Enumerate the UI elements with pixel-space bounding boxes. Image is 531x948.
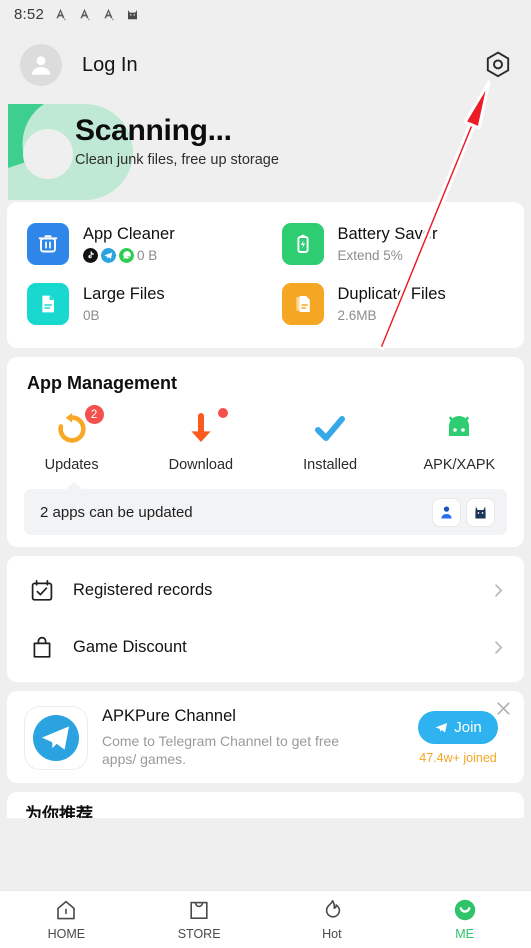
nav-item-me[interactable]: ME xyxy=(398,891,531,948)
feature-meta: Battery Saver Extend 5% xyxy=(338,225,438,263)
join-label: Join xyxy=(454,719,482,736)
trash-icon xyxy=(27,223,69,265)
telegram-icon xyxy=(25,707,87,769)
feature-battery-saver[interactable]: Battery Saver Extend 5% xyxy=(266,214,521,274)
banner-subtitle: Clean junk files, free up storage xyxy=(75,152,279,168)
am-label: Updates xyxy=(44,457,99,473)
updates-note-text: 2 apps can be updated xyxy=(40,503,193,521)
feature-title: App Cleaner xyxy=(83,225,175,243)
avatar[interactable] xyxy=(20,44,62,86)
feature-subtitle: Extend 5% xyxy=(337,248,403,263)
row-registered-records[interactable]: Registered records xyxy=(7,562,524,619)
nav-label: HOME xyxy=(47,927,86,941)
close-icon[interactable] xyxy=(495,700,512,717)
am-item-installed[interactable]: Installed xyxy=(266,410,395,473)
gear-icon[interactable] xyxy=(483,50,513,80)
nav-item-store[interactable]: STORE xyxy=(133,891,266,948)
feature-duplicate-files[interactable]: Duplicate Files 2.6MB xyxy=(266,274,521,334)
banner-title: Scanning... xyxy=(75,114,232,147)
blue-person-app-icon xyxy=(433,498,460,526)
tiktok-icon xyxy=(83,248,98,263)
chevron-right-icon xyxy=(495,641,503,654)
login-button[interactable]: Log In xyxy=(82,54,138,77)
links-card: Registered records Game Discount xyxy=(7,556,524,682)
shopping-bag-icon xyxy=(33,636,51,658)
dark-cat-app-icon xyxy=(467,498,494,526)
promo-title: APKPure Channel xyxy=(102,707,236,725)
nav-label: STORE xyxy=(177,927,221,941)
updates-note-banner[interactable]: 2 apps can be updated xyxy=(24,482,507,535)
app-screen: 8:52 Log In Scanning... Clean junk files… xyxy=(0,0,531,948)
bottom-nav: HOME STORE Hot ME xyxy=(0,890,531,948)
battery-bolt-icon xyxy=(281,223,324,265)
banner-text: Scanning... Clean junk files, free up st… xyxy=(75,114,279,168)
notification-a-icon xyxy=(80,8,91,20)
calendar-check-icon xyxy=(31,579,53,601)
join-button[interactable]: Join xyxy=(418,711,498,744)
row-label: Registered records xyxy=(73,581,213,599)
recommendation-title: 为你推荐 xyxy=(25,805,93,818)
cat-app-icon xyxy=(128,9,137,19)
feature-size: 0 B xyxy=(137,248,158,263)
feature-title: Duplicate Files xyxy=(337,285,446,303)
status-bar: 8:52 xyxy=(0,0,531,28)
paper-plane-icon xyxy=(435,723,448,733)
feature-subtitle: 0 B xyxy=(83,248,175,263)
am-item-download[interactable]: Download xyxy=(136,408,265,473)
duplicate-docs-icon xyxy=(281,283,324,325)
app-management-grid: 2 Updates Download Installed APK/XAPK xyxy=(7,405,524,473)
feature-large-files[interactable]: Large Files 0B xyxy=(11,274,266,334)
feature-meta: Duplicate Files 2.6MB xyxy=(338,285,446,323)
feature-title: Battery Saver xyxy=(337,225,438,243)
promo-description: Come to Telegram Channel to get free app… xyxy=(102,733,340,768)
updates-badge: 2 xyxy=(84,405,104,424)
nav-item-home[interactable]: HOME xyxy=(0,891,133,948)
row-game-discount[interactable]: Game Discount xyxy=(7,619,524,676)
feature-subtitle: 0B xyxy=(83,308,100,323)
updates-note-app-icons xyxy=(433,498,494,526)
download-icon xyxy=(182,408,228,448)
smiley-face-icon xyxy=(454,899,475,921)
scanning-banner[interactable]: Scanning... Clean junk files, free up st… xyxy=(0,102,531,202)
chevron-right-icon xyxy=(495,584,503,597)
feature-grid-card: App Cleaner 0 B Battery Saver Extend 5% … xyxy=(7,202,524,348)
android-icon xyxy=(440,410,478,448)
nav-label: ME xyxy=(455,927,474,941)
am-label: Installed xyxy=(303,457,358,473)
person-avatar-icon xyxy=(31,56,51,75)
feature-subtitle: 2.6MB xyxy=(337,308,377,323)
feature-app-cleaner[interactable]: App Cleaner 0 B xyxy=(11,214,266,274)
check-icon xyxy=(311,410,349,448)
promo-body: APKPure Channel Come to Telegram Channel… xyxy=(102,707,406,769)
telegram-icon xyxy=(101,248,116,263)
notification-a-icon xyxy=(104,8,115,20)
am-item-apk-xapk[interactable]: APK/XAPK xyxy=(395,410,524,473)
feature-meta: App Cleaner 0 B xyxy=(83,225,175,263)
recommendation-section-partial: 为你推荐 xyxy=(7,792,524,818)
feature-title: Large Files xyxy=(83,285,165,303)
nav-label: Hot xyxy=(322,927,342,941)
am-item-updates[interactable]: 2 Updates xyxy=(7,405,136,473)
app-management-card: App Management 2 Updates Download Instal… xyxy=(7,357,524,547)
app-management-title: App Management xyxy=(27,373,178,393)
app-header: Log In xyxy=(0,28,531,102)
telegram-promo-card: APKPure Channel Come to Telegram Channel… xyxy=(7,691,524,783)
store-bag-icon xyxy=(190,901,208,920)
status-time: 8:52 xyxy=(14,5,44,23)
am-label: Download xyxy=(168,457,234,473)
row-label: Game Discount xyxy=(73,638,187,656)
refresh-icon: 2 xyxy=(53,405,104,448)
feature-meta: Large Files 0B xyxy=(83,285,165,323)
home-icon xyxy=(57,900,76,920)
flame-icon xyxy=(325,900,341,918)
am-label: APK/XAPK xyxy=(423,457,496,473)
document-icon xyxy=(27,283,69,325)
whatsapp-icon xyxy=(119,248,134,263)
nav-item-hot[interactable]: Hot xyxy=(266,891,399,948)
joined-count: 47.4w+ joined xyxy=(419,751,497,765)
download-dot-badge xyxy=(217,408,228,418)
notification-a-icon xyxy=(56,8,67,20)
